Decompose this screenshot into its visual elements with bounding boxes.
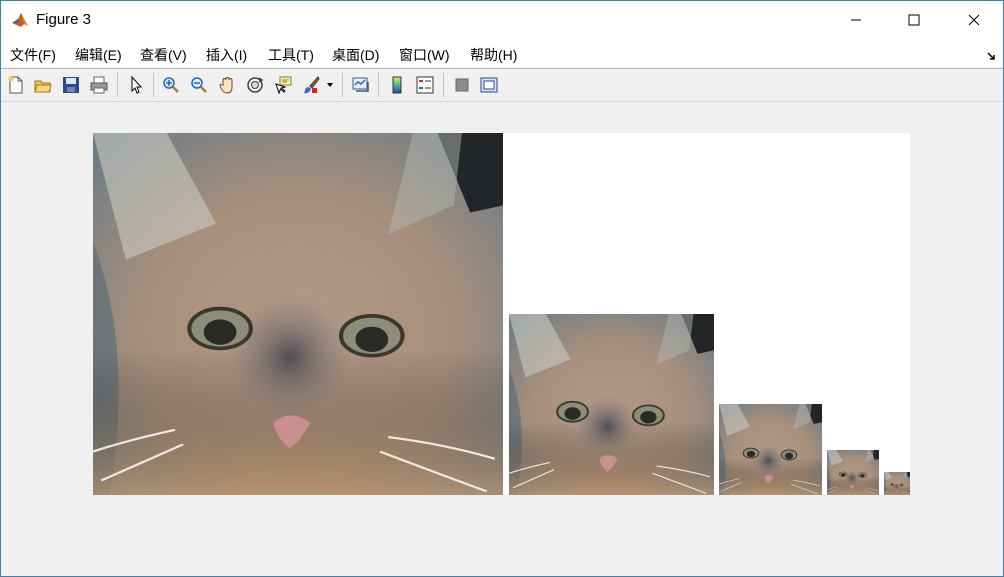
menu-bar: 文件(F) 编辑(E) 查看(V) 插入(I) 工具(T) 桌面(D) 窗口(W… <box>1 39 1003 67</box>
data-cursor-icon[interactable] <box>272 74 294 96</box>
hide-plot-tools-icon[interactable] <box>451 74 473 96</box>
maximize-icon <box>908 14 920 26</box>
menu-view[interactable]: 查看(V) <box>140 45 187 65</box>
show-plot-tools-icon[interactable] <box>478 74 500 96</box>
title-bar[interactable]: Figure 3 <box>1 1 1003 39</box>
toolbar-separator <box>443 73 444 97</box>
pyramid-level-3-image <box>719 404 822 495</box>
pyramid-level-1-image <box>93 133 503 495</box>
insert-colorbar-icon[interactable] <box>386 74 408 96</box>
matlab-logo-icon <box>10 10 30 30</box>
open-file-icon[interactable] <box>32 74 54 96</box>
menu-edit[interactable]: 编辑(E) <box>75 45 122 65</box>
link-plot-icon[interactable] <box>350 74 372 96</box>
zoom-out-icon[interactable] <box>188 74 210 96</box>
rotate-3d-icon[interactable] <box>244 74 266 96</box>
figure-axes[interactable] <box>93 133 910 495</box>
maximize-button[interactable] <box>891 1 937 39</box>
toolbar-separator <box>378 73 379 97</box>
menu-insert[interactable]: 插入(I) <box>206 45 247 65</box>
menu-window[interactable]: 窗口(W) <box>399 45 450 65</box>
pyramid-level-5-image <box>884 472 910 495</box>
figure-toolbar <box>1 68 1003 102</box>
figure-window: Figure 3 文件(F) 编辑(E) 查看(V) 插入(I) 工具(T) 桌… <box>0 0 1004 577</box>
pyramid-level-4-image <box>827 450 879 495</box>
zoom-in-icon[interactable] <box>160 74 182 96</box>
menu-tools[interactable]: 工具(T) <box>268 45 314 65</box>
menu-desktop[interactable]: 桌面(D) <box>332 45 379 65</box>
toolbar-separator <box>153 73 154 97</box>
menu-help[interactable]: 帮助(H) <box>470 45 517 65</box>
window-title: Figure 3 <box>36 11 92 28</box>
edit-plot-arrow-icon[interactable] <box>125 74 147 96</box>
pyramid-level-2-image <box>509 314 714 495</box>
insert-legend-icon[interactable] <box>414 74 436 96</box>
print-figure-icon[interactable] <box>88 74 110 96</box>
toolbar-separator <box>342 73 343 97</box>
dock-figure-icon[interactable] <box>987 48 997 60</box>
save-figure-icon[interactable] <box>60 74 82 96</box>
minimize-icon <box>850 14 862 26</box>
close-icon <box>968 14 980 26</box>
new-figure-icon[interactable] <box>5 74 27 96</box>
pan-hand-icon[interactable] <box>216 74 238 96</box>
brush-dropdown-icon[interactable] <box>324 74 336 96</box>
brush-icon[interactable] <box>300 74 322 96</box>
menu-file[interactable]: 文件(F) <box>10 45 56 65</box>
minimize-button[interactable] <box>833 1 879 39</box>
toolbar-separator <box>117 73 118 97</box>
close-button[interactable] <box>951 1 997 39</box>
